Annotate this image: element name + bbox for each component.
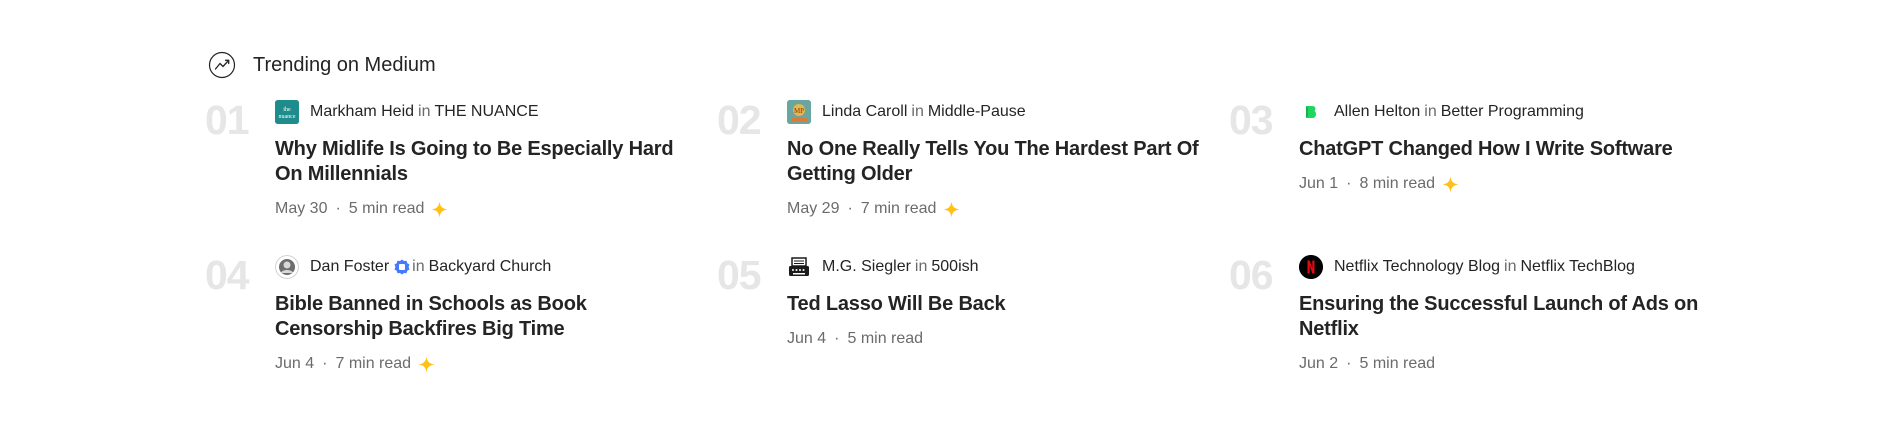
rank-number: 01 [205, 97, 250, 143]
publish-date: Jun 1 [1299, 175, 1339, 192]
publication-name[interactable]: THE NUANCE [434, 103, 538, 121]
article-title[interactable]: Why Midlife Is Going to Be Especially Ha… [275, 137, 695, 187]
trending-article-1[interactable]: 01 the nuance Markham Heid in THE NUANCE… [205, 100, 717, 231]
member-only-star-icon [418, 356, 435, 373]
in-label: in [911, 103, 924, 120]
in-label: in [1424, 103, 1437, 120]
read-time: 7 min read [335, 355, 412, 372]
publication-name[interactable]: Middle-Pause [928, 103, 1026, 121]
article-meta: May 29 · 7 min read [787, 198, 1207, 220]
in-label: in [412, 258, 425, 275]
byline: Dan Foster in Backyard Church [275, 255, 695, 279]
byline: M.G. Siegler in 500ish [787, 255, 1207, 279]
rank-number: 06 [1229, 252, 1274, 298]
byline: MP Linda Caroll in Middle-Pause [787, 100, 1207, 124]
publish-date: Jun 4 [787, 330, 827, 347]
svg-text:nuance: nuance [279, 114, 296, 120]
article-title[interactable]: Ensuring the Successful Launch of Ads on… [1299, 292, 1719, 342]
in-label: in [914, 258, 928, 275]
trending-article-6[interactable]: 06 Netflix Technology Blog in Netflix Te… [1229, 255, 1741, 386]
publish-date: Jun 2 [1299, 355, 1339, 372]
member-only-star-icon [431, 201, 448, 218]
author-name[interactable]: Dan Foster [310, 258, 389, 276]
article-content: Allen Helton in Better Programming ChatG… [1299, 100, 1719, 231]
author-name[interactable]: Netflix Technology Blog [1334, 258, 1500, 276]
publication-avatar[interactable]: MP [787, 100, 811, 124]
member-only-star-icon [943, 201, 960, 218]
trending-article-2[interactable]: 02 MP Linda Caroll in Middle-Pause No On… [717, 100, 1229, 231]
byline: Netflix Technology Blog in Netflix TechB… [1299, 255, 1719, 279]
article-meta: Jun 1 · 8 min read [1299, 173, 1719, 195]
publication-avatar[interactable] [1299, 100, 1323, 124]
rank-number: 04 [205, 252, 250, 298]
byline: the nuance Markham Heid in THE NUANCE [275, 100, 695, 124]
publication-name[interactable]: Backyard Church [429, 258, 552, 276]
publish-date: May 29 [787, 200, 840, 217]
article-meta: Jun 4 · 5 min read [787, 328, 1207, 350]
read-time: 5 min read [1359, 355, 1436, 372]
author-name[interactable]: M.G. Siegler [822, 258, 911, 276]
trending-header: Trending on Medium [207, 50, 436, 80]
typewriter-icon[interactable] [787, 255, 811, 279]
author-name[interactable]: Markham Heid [310, 103, 414, 121]
article-title[interactable]: No One Really Tells You The Hardest Part… [787, 137, 1207, 187]
read-time: 7 min read [860, 200, 937, 217]
trending-article-5[interactable]: 05 M.G. Siegler in 500ish Ted Lasso Will… [717, 255, 1229, 386]
byline: Allen Helton in Better Programming [1299, 100, 1719, 124]
author-avatar[interactable] [275, 255, 299, 279]
article-meta: Jun 2 · 5 min read [1299, 353, 1719, 375]
article-meta: May 30 · 5 min read [275, 198, 695, 220]
publish-date: Jun 4 [275, 355, 315, 372]
separator-dot: · [322, 355, 328, 372]
trending-article-3[interactable]: 03 Allen Helton in Better Programming Ch… [1229, 100, 1741, 231]
read-time: 8 min read [1359, 175, 1436, 192]
separator-dot: · [1346, 355, 1352, 372]
trending-list: 01 the nuance Markham Heid in THE NUANCE… [205, 100, 1765, 386]
article-content: M.G. Siegler in 500ish Ted Lasso Will Be… [787, 255, 1207, 386]
publish-date: May 30 [275, 200, 328, 217]
article-content: Netflix Technology Blog in Netflix TechB… [1299, 255, 1719, 386]
trending-section: Trending on Medium 01 the nuance Markham… [0, 0, 1893, 425]
svg-text:the: the [283, 107, 291, 113]
netflix-logo-icon[interactable] [1299, 255, 1323, 279]
article-title[interactable]: Ted Lasso Will Be Back [787, 292, 1207, 317]
trending-article-4[interactable]: 04 Dan Foster in Backyard Church Bible B… [205, 255, 717, 386]
article-meta: Jun 4 · 7 min read [275, 353, 695, 375]
verified-badge-icon [394, 259, 410, 275]
svg-text:MP: MP [794, 107, 804, 115]
author-name[interactable]: Linda Caroll [822, 103, 907, 121]
rank-number: 05 [717, 252, 762, 298]
member-only-star-icon [1442, 176, 1459, 193]
publication-name[interactable]: 500ish [931, 258, 978, 276]
article-content: MP Linda Caroll in Middle-Pause No One R… [787, 100, 1207, 231]
publication-name[interactable]: Better Programming [1441, 103, 1584, 121]
rank-number: 03 [1229, 97, 1274, 143]
article-title[interactable]: Bible Banned in Schools as Book Censorsh… [275, 292, 695, 342]
separator-dot: · [847, 200, 853, 217]
separator-dot: · [335, 200, 341, 217]
article-content: the nuance Markham Heid in THE NUANCE Wh… [275, 100, 695, 231]
rank-number: 02 [717, 97, 762, 143]
separator-dot: · [834, 330, 840, 347]
author-name[interactable]: Allen Helton [1334, 103, 1420, 121]
separator-dot: · [1346, 175, 1352, 192]
article-content: Dan Foster in Backyard Church Bible Bann… [275, 255, 695, 386]
trending-up-icon [207, 50, 237, 80]
read-time: 5 min read [847, 330, 924, 347]
article-title[interactable]: ChatGPT Changed How I Write Software [1299, 137, 1719, 162]
publication-avatar[interactable]: the nuance [275, 100, 299, 124]
section-title: Trending on Medium [253, 53, 436, 76]
publication-name[interactable]: Netflix TechBlog [1520, 258, 1634, 276]
in-label: in [418, 103, 431, 120]
read-time: 5 min read [348, 200, 425, 217]
in-label: in [1504, 258, 1517, 275]
